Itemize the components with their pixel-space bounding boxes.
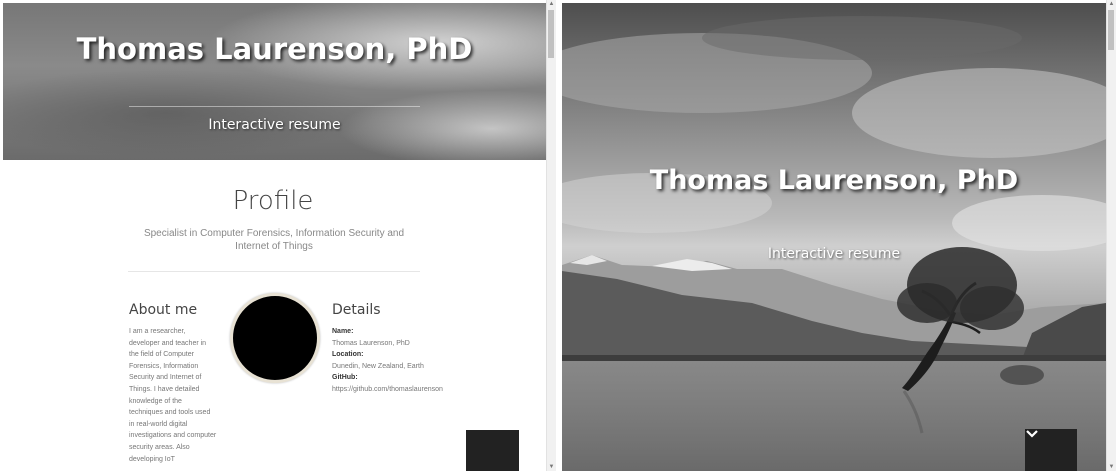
scrollbar-thumb[interactable] bbox=[548, 10, 554, 58]
scrollbar-thumb[interactable] bbox=[1108, 10, 1114, 50]
hero-name: Thomas Laurenson, PhD bbox=[649, 165, 1019, 196]
right-scrollbar[interactable]: ▲ ▼ bbox=[1106, 0, 1116, 471]
scroll-top-button[interactable] bbox=[466, 430, 519, 471]
chevron-down-icon bbox=[1026, 430, 1038, 438]
about-text: I am a researcher, developer and teacher… bbox=[129, 328, 217, 463]
profile-title: Profile bbox=[232, 186, 314, 216]
details-name-value: Thomas Laurenson, PhD bbox=[332, 339, 410, 347]
hero-name: Thomas Laurenson, PhD bbox=[76, 32, 473, 66]
hero-tagline: Interactive resume bbox=[767, 246, 901, 262]
details-location-value: Dunedin, New Zealand, Earth bbox=[332, 362, 424, 370]
right-browser-pane: Thomas Laurenson, PhD Interactive resume… bbox=[556, 0, 1116, 471]
hero-divider bbox=[129, 106, 420, 107]
profile-divider bbox=[128, 271, 420, 272]
scroll-down-button[interactable] bbox=[1025, 429, 1077, 471]
left-browser-pane: Thomas Laurenson, PhD Interactive resume… bbox=[0, 0, 556, 471]
scroll-down-arrow-icon[interactable]: ▼ bbox=[547, 463, 556, 471]
details-name-label: Name: bbox=[332, 328, 354, 335]
details-github-label: GitHub: bbox=[332, 374, 358, 382]
hero-banner: Thomas Laurenson, PhD Interactive resume bbox=[3, 3, 546, 160]
avatar bbox=[230, 293, 320, 383]
profile-subtitle: Specialist in Computer Forensics, Inform… bbox=[143, 228, 405, 252]
hero-tagline: Interactive resume bbox=[208, 117, 341, 133]
about-heading: About me bbox=[129, 302, 198, 318]
hero-landscape: Thomas Laurenson, PhD Interactive resume bbox=[562, 3, 1106, 471]
scroll-up-arrow-icon[interactable]: ▲ bbox=[1107, 0, 1116, 8]
details-location-label: Location: bbox=[332, 351, 364, 359]
scroll-down-arrow-icon[interactable]: ▼ bbox=[1107, 463, 1116, 471]
details-github-link[interactable]: https://github.com/thomaslaurenson bbox=[332, 384, 457, 396]
landscape-image bbox=[562, 16, 1106, 471]
scroll-up-arrow-icon[interactable]: ▲ bbox=[547, 0, 556, 8]
details-list: Name: Thomas Laurenson, PhD Location: Du… bbox=[332, 326, 457, 396]
left-scrollbar[interactable]: ▲ ▼ bbox=[546, 0, 556, 471]
details-heading: Details bbox=[332, 302, 381, 318]
